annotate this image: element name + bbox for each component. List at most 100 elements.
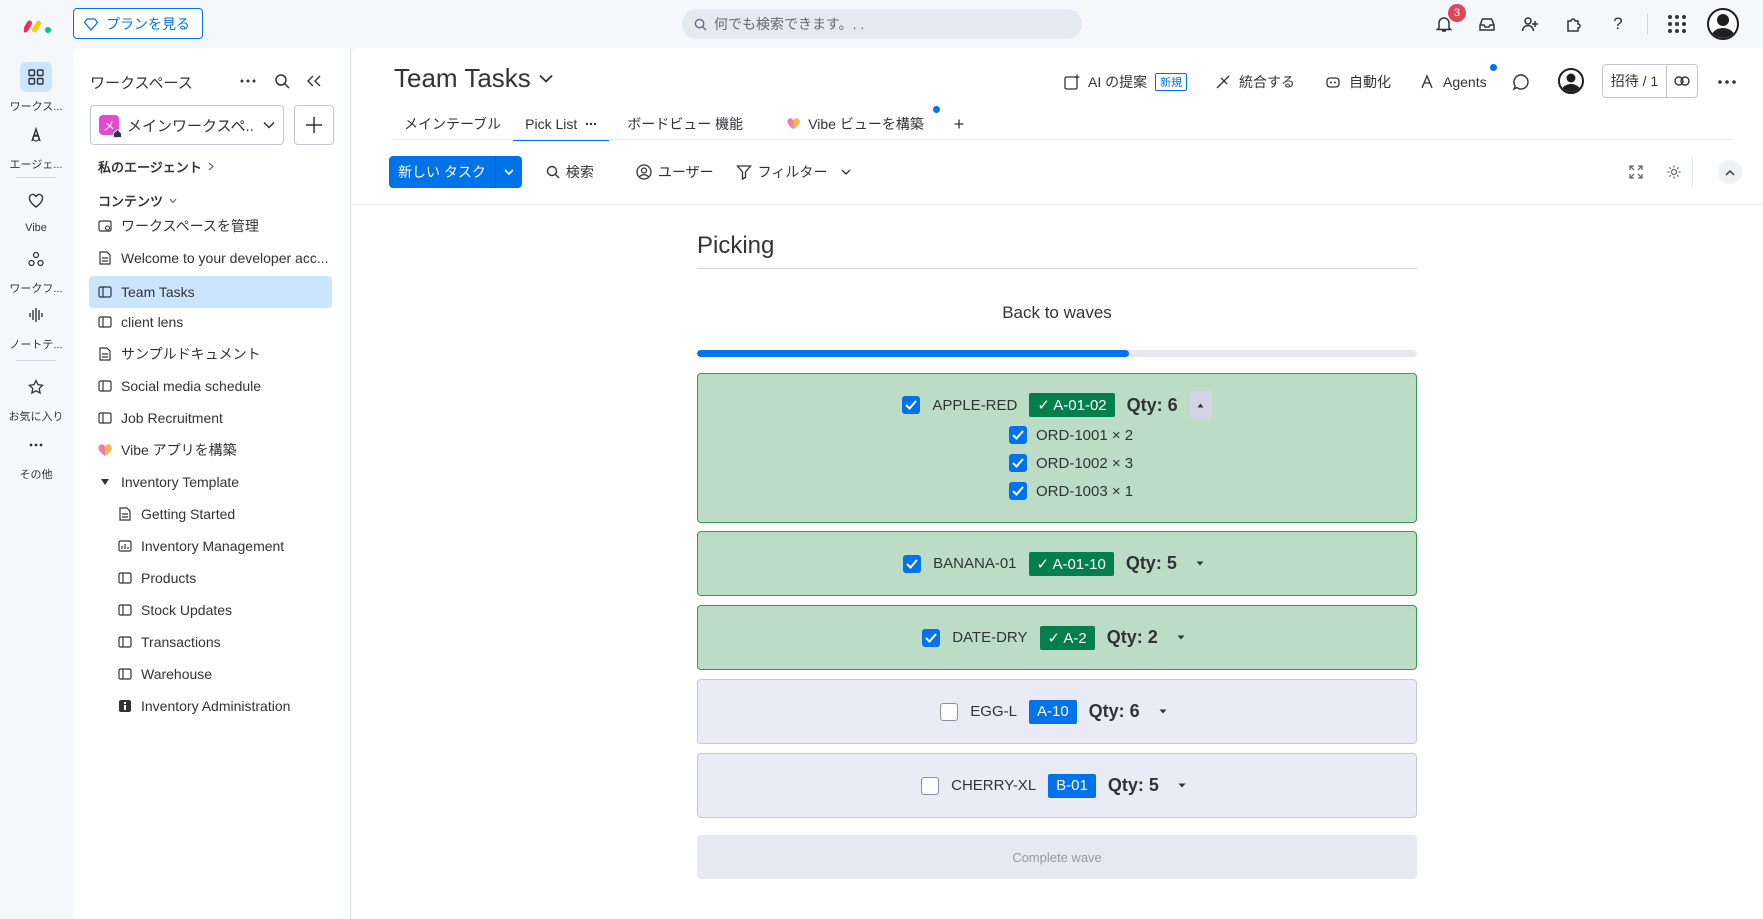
nav-item-manage-workspace[interactable]: ワークスペースを管理 [89,210,332,242]
rail-item-more[interactable]: その他 [0,430,72,482]
search-icon[interactable] [271,70,293,92]
rail-label: ノートテ... [9,339,63,351]
nav-item-sample-document[interactable]: サンプルドキュメント [89,338,332,370]
nav-item-warehouse[interactable]: Warehouse [109,658,332,690]
nav-item-stock-updates[interactable]: Stock Updates [109,594,332,626]
tab-options-icon[interactable] [585,122,597,126]
integrate-button[interactable]: 統合する [1215,70,1295,94]
see-plans-button[interactable]: プランを見る [73,8,203,39]
toolbar-search-button[interactable]: 検索 [546,162,594,182]
pick-item-checkbox[interactable] [922,628,941,647]
add-item-button[interactable] [294,105,334,145]
pick-item-checkbox[interactable] [940,702,959,721]
pick-item-qty: Qty: 6 [1088,701,1140,721]
app-switcher-grid-icon[interactable] [1665,12,1689,36]
nav-item-label: サンプルドキュメント [121,346,261,362]
ai-sparkle-icon [1064,74,1080,90]
add-view-button[interactable] [944,108,974,140]
back-to-waves-link[interactable]: Back to waves [697,303,1417,323]
tab-label: Pick List [525,116,578,132]
order-label: ORD-1003 × 1 [1036,482,1134,500]
vibe-heart-icon [787,118,800,130]
pick-item-sku: DATE-DRY [952,629,1028,646]
new-badge: 新規 [1155,73,1188,91]
rail-item-vibe[interactable]: Vibe [0,186,72,234]
rail-item-agents[interactable]: エージェ... [0,120,72,172]
pick-item-checkbox[interactable] [902,396,921,414]
checkmark-icon [1012,486,1024,496]
more-options-icon[interactable] [237,70,259,92]
nav-item-transactions[interactable]: Transactions [109,626,332,658]
tab-board-view-feature[interactable]: ボードビュー 機能 [615,108,755,140]
vibe-heart-icon [98,443,112,457]
expand-caret-down-icon[interactable] [1171,772,1193,800]
nav-item-client-lens[interactable]: client lens [89,306,332,338]
collapse-header-chevron-up-icon[interactable] [1718,160,1742,184]
nav-item-inventory-administration[interactable]: Inventory Administration [109,690,332,722]
tab-main-table[interactable]: メインテーブル [392,108,513,140]
agents-button[interactable]: Agents [1419,64,1497,94]
nav-item-welcome-doc[interactable]: Welcome to your developer acc... [89,242,332,274]
nav-item-label: ワークスペースを管理 [121,218,259,234]
updates-chat-icon[interactable] [1512,70,1530,94]
nav-item-social-media-schedule[interactable]: Social media schedule [89,370,332,402]
complete-wave-button[interactable]: Complete wave [697,835,1417,879]
pick-item-row: EGG-L A-10 Qty: 6 [698,680,1416,743]
copy-link-icon[interactable] [1667,76,1697,86]
chevron-right-icon [208,162,214,171]
toolbar-user-label: ユーザー [657,164,714,180]
my-agents-section[interactable]: 私のエージェント [98,157,214,176]
invite-members-icon[interactable] [1518,12,1542,36]
toolbar-filter-button[interactable]: フィルター [735,162,852,182]
nav-item-getting-started[interactable]: Getting Started [109,498,332,530]
workspace-selector[interactable]: メ メインワークスペ... [90,105,284,145]
expand-caret-down-icon[interactable] [1170,624,1192,652]
new-task-button[interactable]: 新しい タスク [389,156,522,188]
chevron-down-icon[interactable] [496,168,522,176]
rail-item-favorites[interactable]: お気に入り [0,372,72,424]
monday-logo-icon[interactable] [24,14,54,34]
help-icon[interactable]: ? [1606,12,1630,36]
nav-item-build-vibe-app[interactable]: Vibe アプリを構築 [89,434,332,466]
nav-folder-inventory-template[interactable]: Inventory Template [89,466,332,498]
rail-item-workspaces[interactable]: ワークス... [0,62,72,114]
global-search-input[interactable]: 何でも検索できます。. . [682,9,1082,39]
apps-marketplace-icon[interactable] [1562,12,1586,36]
rail-item-workflows[interactable]: ワークフ... [0,244,72,296]
order-checkbox[interactable] [1009,454,1027,472]
automate-button[interactable]: 自動化 [1325,70,1391,94]
integration-plug-icon [1216,75,1230,89]
view-settings-gear-icon[interactable] [1662,160,1686,184]
order-checkbox[interactable] [1009,482,1027,500]
pick-item-card: DATE-DRY ✓ A-2 Qty: 2 [697,605,1417,670]
nav-item-inventory-management[interactable]: Inventory Management [109,530,332,562]
expand-caret-down-icon[interactable] [1189,550,1211,578]
fullscreen-expand-icon[interactable] [1624,160,1648,184]
order-checkbox[interactable] [1009,426,1027,444]
nav-item-job-recruitment[interactable]: Job Recruitment [89,402,332,434]
workspaces-grid-icon [20,62,52,92]
inbox-icon[interactable] [1475,12,1499,36]
nav-item-team-tasks[interactable]: Team Tasks [89,276,332,308]
plus-icon [954,119,964,129]
collapse-panel-icon[interactable] [303,70,325,92]
tab-pick-list[interactable]: Pick List [513,108,610,141]
tab-build-vibe-view[interactable]: Vibe ビューを構築 [775,106,940,140]
pick-item-checkbox[interactable] [903,554,922,573]
board-title[interactable]: Team Tasks [394,63,553,94]
toolbar-user-filter-button[interactable]: ユーザー [636,162,714,182]
expand-caret-down-icon[interactable] [1152,698,1174,726]
board-member-avatar[interactable] [1558,68,1584,94]
board-icon [98,411,112,425]
invite-button[interactable]: 招待 / 1 [1602,64,1698,98]
collapse-caret-up-icon[interactable] [1189,391,1212,419]
pick-item-qty: Qty: 5 [1107,775,1159,795]
nav-item-products[interactable]: Products [109,562,332,594]
ai-suggestions-button[interactable]: AI の提案 新規 [1064,70,1188,94]
board-more-options-icon[interactable] [1718,70,1736,94]
pick-item-checkbox[interactable] [921,776,940,795]
user-avatar[interactable] [1707,8,1739,40]
chevron-down-icon [539,74,553,83]
contents-section[interactable]: コンテンツ [98,191,177,210]
rail-item-notetaker[interactable]: ノートテ... [0,300,72,352]
